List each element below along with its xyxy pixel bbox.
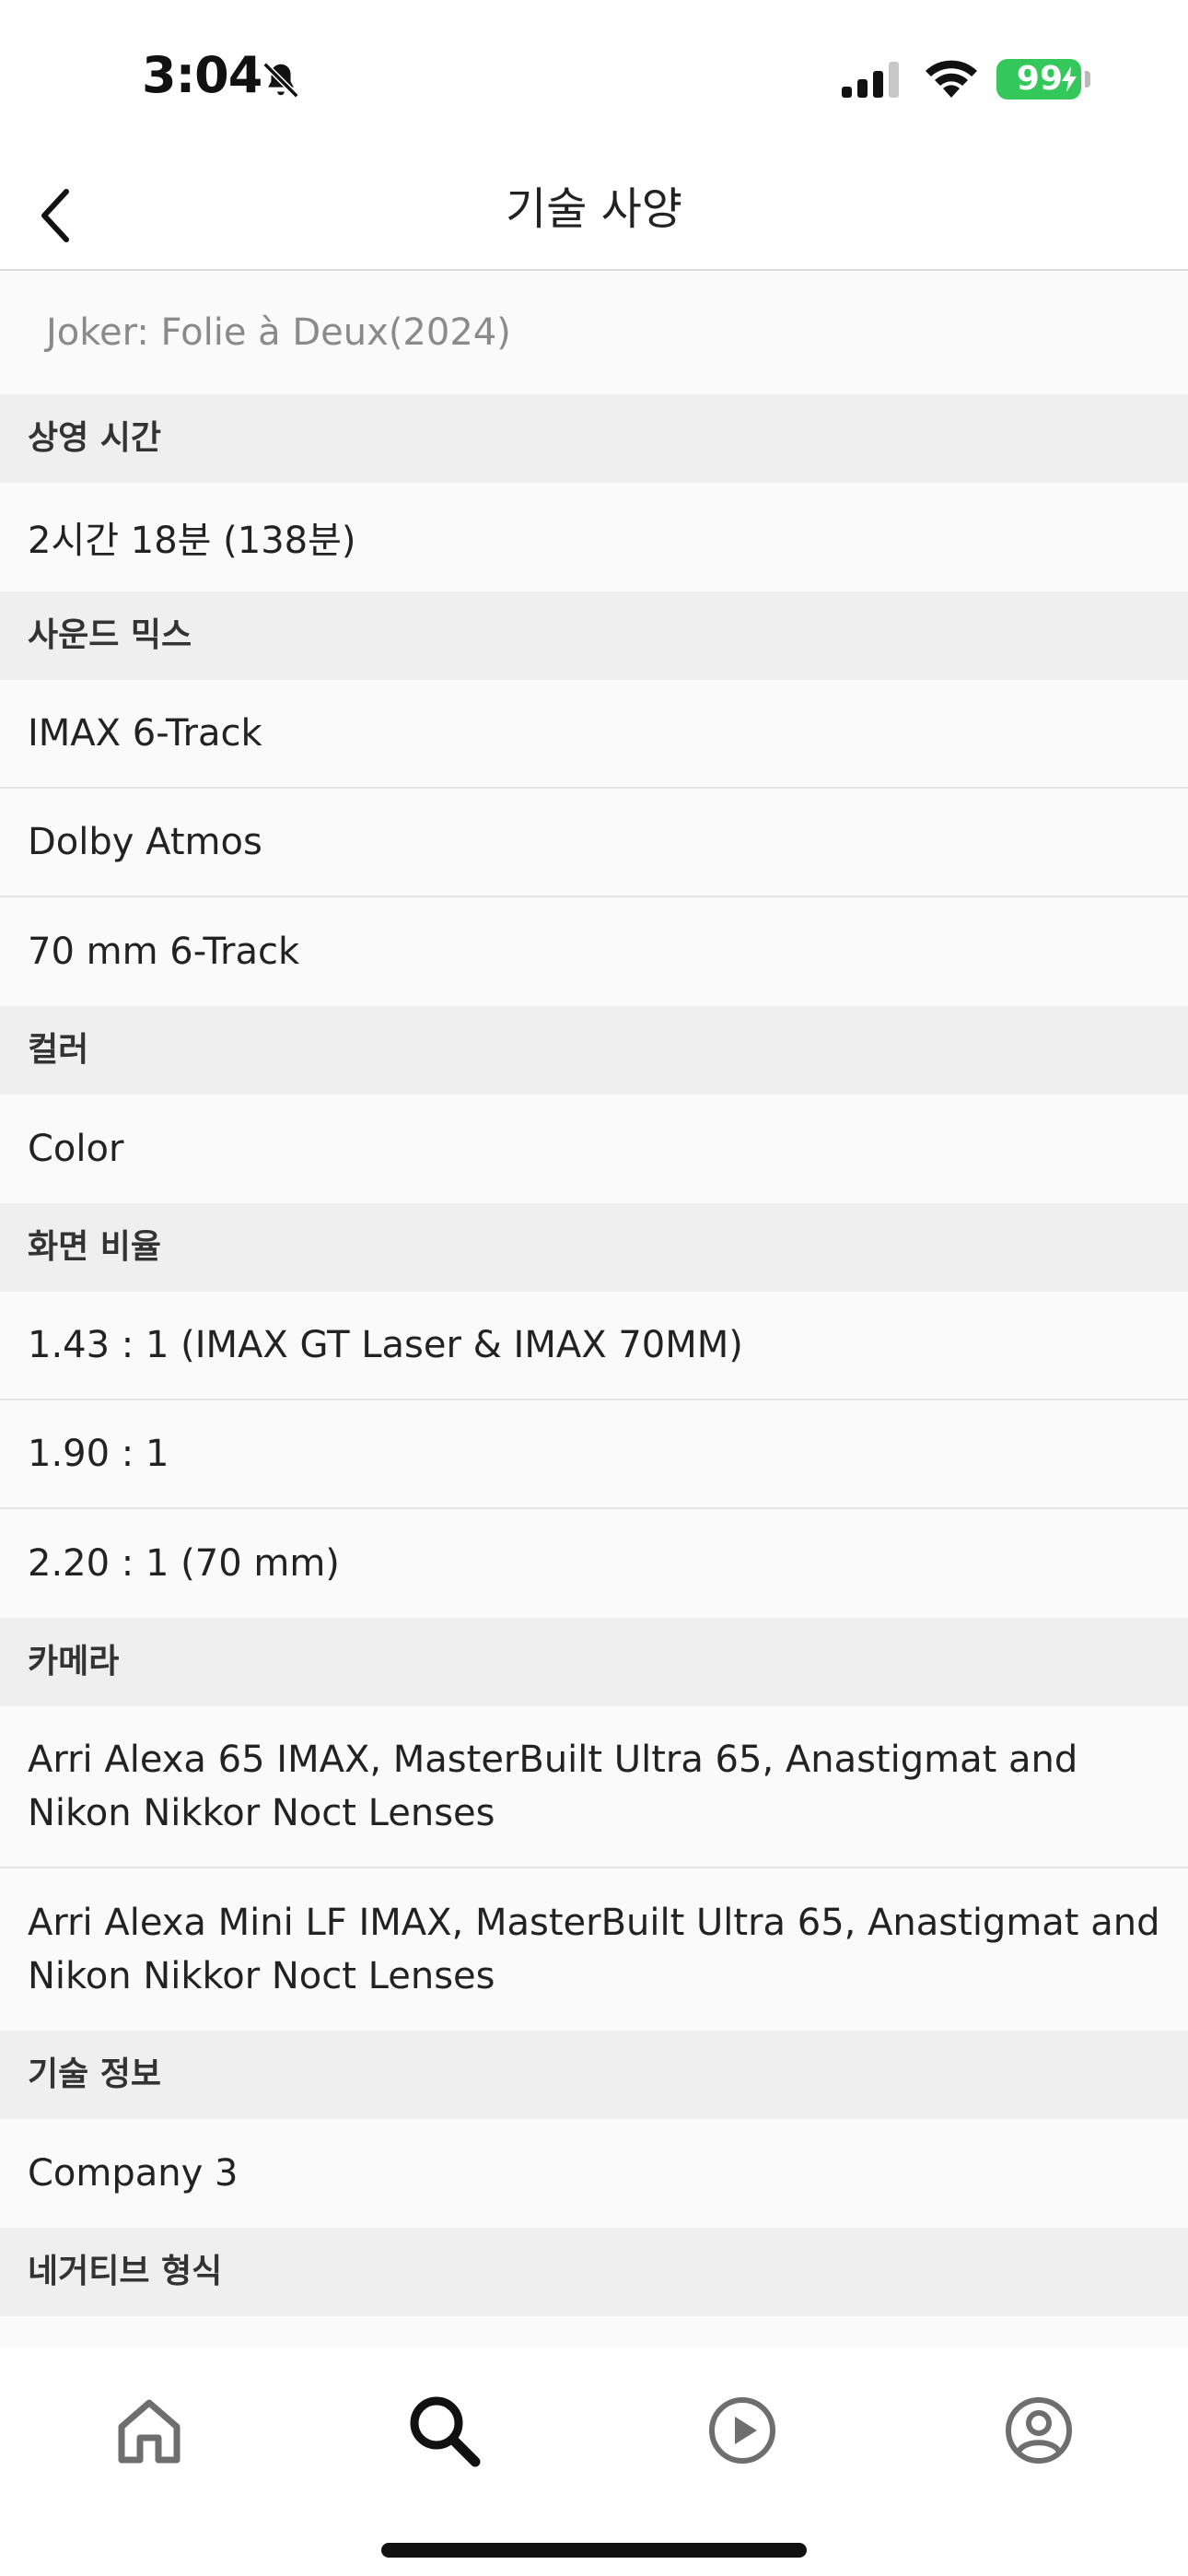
section-header-sound-mix: 사운드 믹스 (0, 591, 1188, 680)
list-item: 2시간 18분 (138분) (0, 483, 1188, 591)
battery-icon: 99 (996, 59, 1081, 100)
screen: 3:04 99 기술 사양 Joker: Folie à Deux(2024) … (0, 0, 1188, 2576)
battery-nub (1085, 71, 1090, 88)
list-item: Company 3 (0, 2119, 1188, 2228)
tab-search[interactable] (389, 2375, 499, 2486)
spec-list[interactable]: Joker: Folie à Deux(2024) 상영 시간 2시간 18분 … (0, 271, 1188, 2348)
home-indicator (381, 2543, 807, 2558)
list-item: 1.43 : 1 (IMAX GT Laser & IMAX 70MM) (0, 1292, 1188, 1400)
charging-bolt-icon (1062, 66, 1077, 92)
nav-bar: 기술 사양 (0, 158, 1188, 271)
list-item: 70 mm 6-Track (0, 897, 1188, 1006)
tab-play[interactable] (687, 2375, 798, 2486)
home-icon (118, 2399, 181, 2464)
status-bar: 3:04 99 (0, 0, 1188, 158)
section-header-color: 컬러 (0, 1006, 1188, 1095)
chevron-left-icon (41, 189, 69, 242)
page-title: 기술 사양 (506, 183, 682, 235)
tab-profile[interactable] (984, 2375, 1094, 2486)
section-header-technical-info: 기술 정보 (0, 2031, 1188, 2119)
section-header-camera: 카메라 (0, 1618, 1188, 1706)
profile-icon (1006, 2397, 1072, 2464)
wifi-icon (926, 60, 977, 98)
list-item: 1.90 : 1 (0, 1400, 1188, 1509)
play-circle-icon (709, 2397, 775, 2464)
search-icon (410, 2396, 481, 2467)
tab-bar (0, 2348, 1188, 2576)
section-header-aspect-ratio: 화면 비율 (0, 1203, 1188, 1292)
cellular-signal-icon (842, 62, 899, 98)
list-item: Arri Alexa Mini LF IMAX, MasterBuilt Ult… (0, 1868, 1188, 2031)
list-item: 2.20 : 1 (70 mm) (0, 1509, 1188, 1618)
list-item: Arri Alexa 65 IMAX, MasterBuilt Ultra 65… (0, 1706, 1188, 1868)
movie-title: Joker: Folie à Deux(2024) (0, 271, 1188, 394)
section-header-negative-format: 네거티브 형식 (0, 2228, 1188, 2316)
list-item: Dolby Atmos (0, 789, 1188, 897)
status-time: 3:04 (142, 46, 262, 104)
list-item: IMAX 6-Track (0, 680, 1188, 789)
bell-slash-icon (262, 62, 299, 99)
battery-level: 99 (1016, 60, 1063, 98)
list-item: Color (0, 1095, 1188, 1203)
tab-home[interactable] (94, 2375, 204, 2486)
section-header-runtime: 상영 시간 (0, 394, 1188, 483)
back-button[interactable] (18, 179, 92, 252)
